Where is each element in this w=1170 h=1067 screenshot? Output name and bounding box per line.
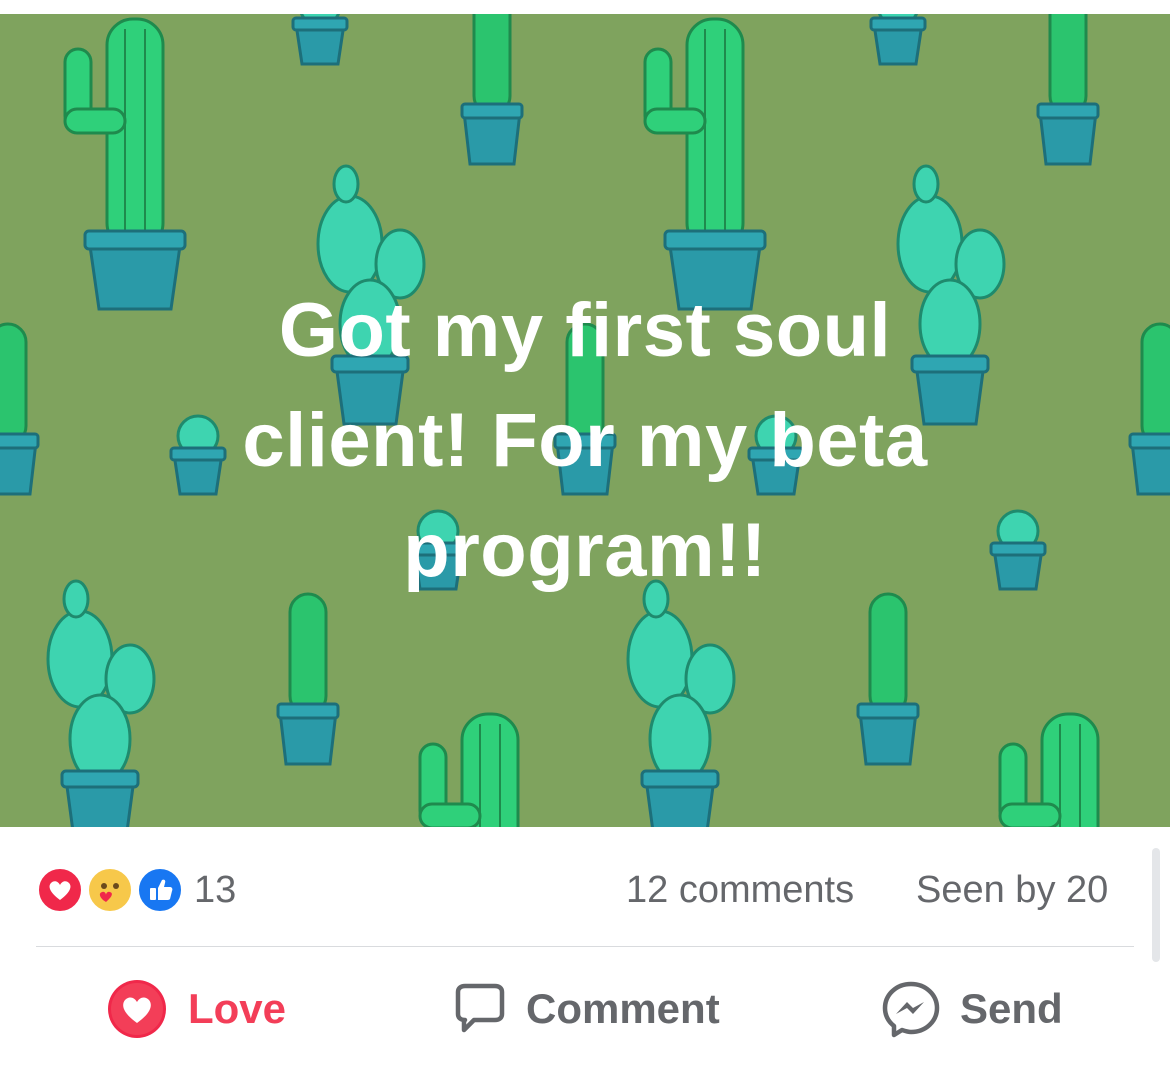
post-text: Got my first soul client! For my beta pr…: [0, 276, 1170, 606]
messenger-icon: [882, 981, 940, 1038]
post-text-line: client! For my beta: [242, 398, 928, 483]
comment-button[interactable]: Comment: [448, 978, 748, 1040]
love-label: Love: [188, 985, 287, 1032]
send-label: Send: [960, 985, 1063, 1032]
post-text-line: Got my first soul: [278, 288, 892, 373]
top-strip: [0, 0, 1170, 14]
send-button[interactable]: Send: [880, 978, 1080, 1040]
care-icon: [86, 866, 134, 914]
comment-icon: [455, 983, 505, 1033]
reaction-summary[interactable]: [36, 866, 186, 914]
post-background-image[interactable]: Got my first soul client! For my beta pr…: [0, 14, 1170, 827]
post-text-line: program!!: [403, 508, 767, 593]
comments-count[interactable]: 12 comments: [626, 866, 854, 914]
love-icon: [36, 866, 84, 914]
love-icon: [108, 980, 166, 1038]
divider: [36, 946, 1134, 947]
reaction-count[interactable]: 13: [194, 866, 236, 914]
love-button[interactable]: Love: [106, 978, 306, 1040]
comment-label: Comment: [526, 985, 720, 1032]
seen-by-count[interactable]: Seen by 20: [916, 866, 1108, 914]
scrollbar[interactable]: [1152, 848, 1160, 962]
like-icon: [136, 866, 184, 914]
